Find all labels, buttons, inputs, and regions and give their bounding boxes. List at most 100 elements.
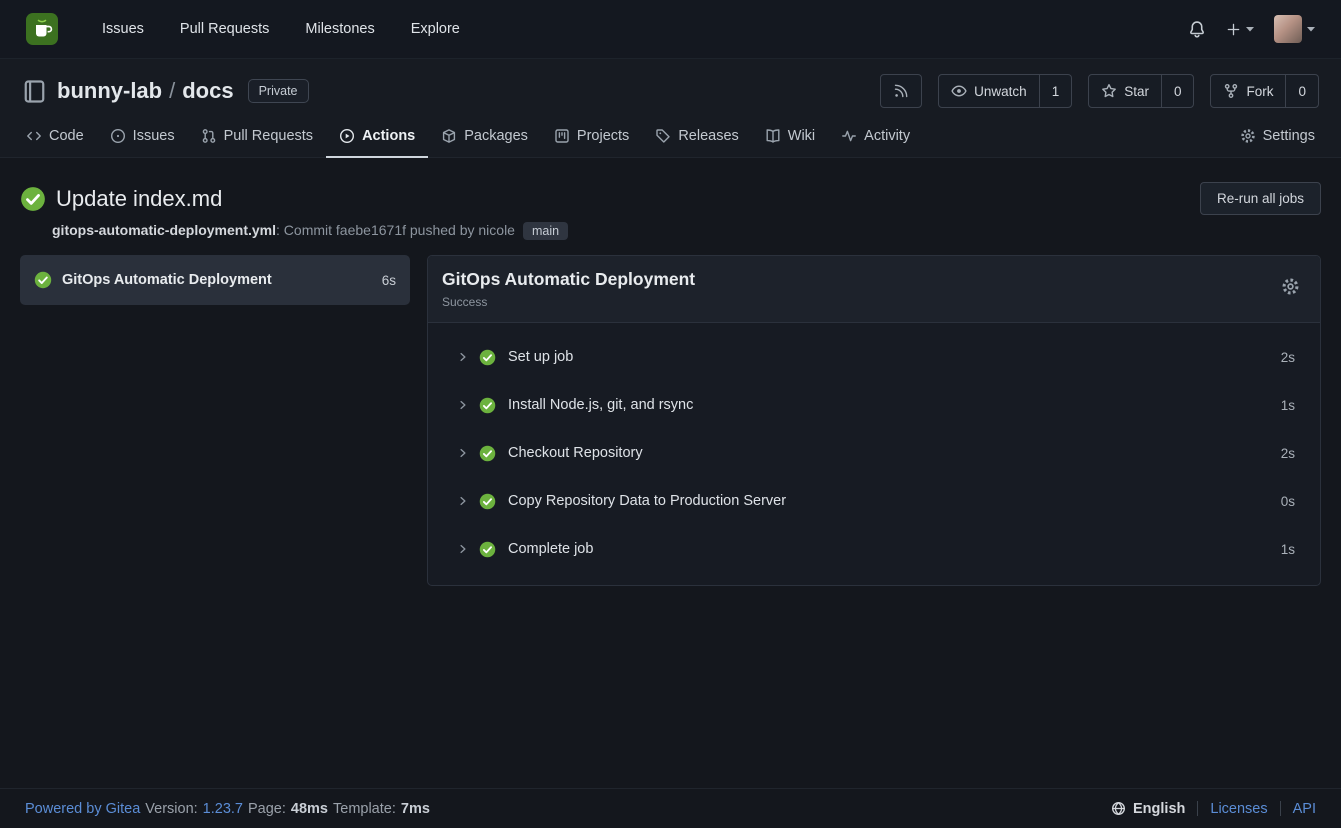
nav-pull-requests[interactable]: Pull Requests: [162, 13, 287, 45]
eye-icon: [951, 83, 967, 99]
chevron-right-icon: [457, 399, 469, 411]
tab-issues[interactable]: Issues: [97, 116, 188, 158]
code-icon: [26, 128, 42, 144]
licenses-link[interactable]: Licenses: [1210, 801, 1267, 817]
gear-icon: [1281, 277, 1300, 296]
language-menu[interactable]: English: [1111, 801, 1185, 817]
gitea-logo[interactable]: [26, 13, 58, 45]
chevron-right-icon: [457, 543, 469, 555]
commit-author[interactable]: nicole: [478, 222, 515, 238]
fork-button[interactable]: Fork: [1211, 75, 1285, 107]
job-status: Success: [442, 295, 695, 309]
breadcrumb: bunny-lab / docs: [57, 78, 234, 104]
chevron-right-icon: [457, 495, 469, 507]
package-icon: [441, 128, 457, 144]
forks-count[interactable]: 0: [1285, 75, 1318, 107]
step-name: Checkout Repository: [508, 445, 1271, 461]
tab-packages[interactable]: Packages: [428, 116, 541, 158]
job-options-button[interactable]: [1281, 269, 1300, 296]
top-navbar: Issues Pull Requests Milestones Explore: [0, 0, 1341, 59]
tab-code[interactable]: Code: [13, 116, 97, 158]
api-link[interactable]: API: [1293, 801, 1316, 817]
run-success-check-icon: [20, 186, 46, 212]
rss-button[interactable]: [881, 75, 921, 107]
tab-wiki[interactable]: Wiki: [752, 116, 828, 158]
step-name: Copy Repository Data to Production Serve…: [508, 493, 1271, 509]
nav-issues[interactable]: Issues: [84, 13, 162, 45]
commit-middle: pushed by: [406, 222, 478, 238]
project-board-icon: [554, 128, 570, 144]
rss-icon: [893, 83, 909, 99]
settings-icon: [1240, 128, 1256, 144]
fork-label: Fork: [1246, 84, 1273, 99]
repo-icon: [22, 79, 47, 104]
unwatch-button[interactable]: Unwatch: [939, 75, 1039, 107]
repo-separator: /: [169, 78, 175, 103]
step-success-check-icon: [479, 541, 496, 558]
commit-sha[interactable]: faebe1671f: [336, 222, 406, 238]
navbar-right: [1188, 15, 1315, 43]
tab-releases[interactable]: Releases: [642, 116, 751, 158]
step-duration: 2s: [1281, 446, 1295, 461]
job-duration: 6s: [382, 273, 396, 288]
run-title: Update index.md: [56, 186, 222, 212]
rerun-all-jobs-button[interactable]: Re-run all jobs: [1200, 182, 1321, 215]
step-row-install[interactable]: Install Node.js, git, and rsync 1s: [428, 381, 1320, 429]
template-time-value: 7ms: [401, 801, 430, 817]
page-time-value: 48ms: [291, 801, 328, 817]
step-row-copy-data[interactable]: Copy Repository Data to Production Serve…: [428, 477, 1320, 525]
stars-count[interactable]: 0: [1161, 75, 1194, 107]
create-new-menu[interactable]: [1226, 22, 1254, 37]
steps-list: Set up job 2s Install Node.js, git, and …: [428, 323, 1320, 585]
step-row-checkout[interactable]: Checkout Repository 2s: [428, 429, 1320, 477]
job-item-gitops-automatic-deployment[interactable]: GitOps Automatic Deployment 6s: [20, 255, 410, 305]
step-row-setup[interactable]: Set up job 2s: [428, 333, 1320, 381]
repo-owner-link[interactable]: bunny-lab: [57, 78, 162, 103]
avatar: [1274, 15, 1302, 43]
version-label: Version:: [145, 801, 197, 817]
tabs-spacer: [923, 116, 1227, 157]
step-success-check-icon: [479, 349, 496, 366]
step-row-complete[interactable]: Complete job 1s: [428, 525, 1320, 573]
tab-actions[interactable]: Actions: [326, 116, 428, 158]
workflow-file[interactable]: gitops-automatic-deployment.yml: [52, 222, 276, 238]
tag-icon: [655, 128, 671, 144]
step-name: Set up job: [508, 349, 1271, 365]
footer-divider: [1280, 801, 1281, 816]
star-icon: [1101, 83, 1117, 99]
run-view: Update index.md Re-run all jobs gitops-a…: [0, 158, 1341, 788]
watchers-count[interactable]: 1: [1039, 75, 1072, 107]
tab-pull-requests[interactable]: Pull Requests: [188, 116, 326, 158]
pull-request-icon: [201, 128, 217, 144]
primary-nav: Issues Pull Requests Milestones Explore: [84, 13, 478, 45]
activity-pulse-icon: [841, 128, 857, 144]
job-panel-title: GitOps Automatic Deployment: [442, 269, 695, 290]
language-label: English: [1133, 801, 1185, 817]
chevron-right-icon: [457, 447, 469, 459]
tab-settings[interactable]: Settings: [1227, 116, 1328, 158]
notifications-button[interactable]: [1188, 20, 1206, 38]
play-circle-icon: [339, 128, 355, 144]
nav-milestones[interactable]: Milestones: [287, 13, 392, 45]
footer-divider: [1197, 801, 1198, 816]
star-label: Star: [1124, 84, 1149, 99]
nav-explore[interactable]: Explore: [393, 13, 478, 45]
step-name: Complete job: [508, 541, 1271, 557]
page-time-label: Page:: [248, 801, 286, 817]
star-button[interactable]: Star: [1089, 75, 1161, 107]
job-success-check-icon: [34, 271, 52, 289]
step-success-check-icon: [479, 445, 496, 462]
job-detail-panel: GitOps Automatic Deployment Success Set …: [427, 255, 1321, 586]
version-link[interactable]: 1.23.7: [203, 801, 243, 817]
branch-badge[interactable]: main: [523, 222, 568, 240]
tab-activity[interactable]: Activity: [828, 116, 923, 158]
plus-icon: [1226, 22, 1241, 37]
globe-icon: [1111, 801, 1126, 816]
tab-projects[interactable]: Projects: [541, 116, 642, 158]
footer: Powered by Gitea Version: 1.23.7 Page: 4…: [0, 788, 1341, 828]
user-menu[interactable]: [1274, 15, 1315, 43]
book-icon: [765, 128, 781, 144]
gitea-logo-icon: [26, 13, 58, 45]
repo-name-link[interactable]: docs: [182, 78, 233, 103]
powered-by-link[interactable]: Powered by Gitea: [25, 801, 140, 817]
